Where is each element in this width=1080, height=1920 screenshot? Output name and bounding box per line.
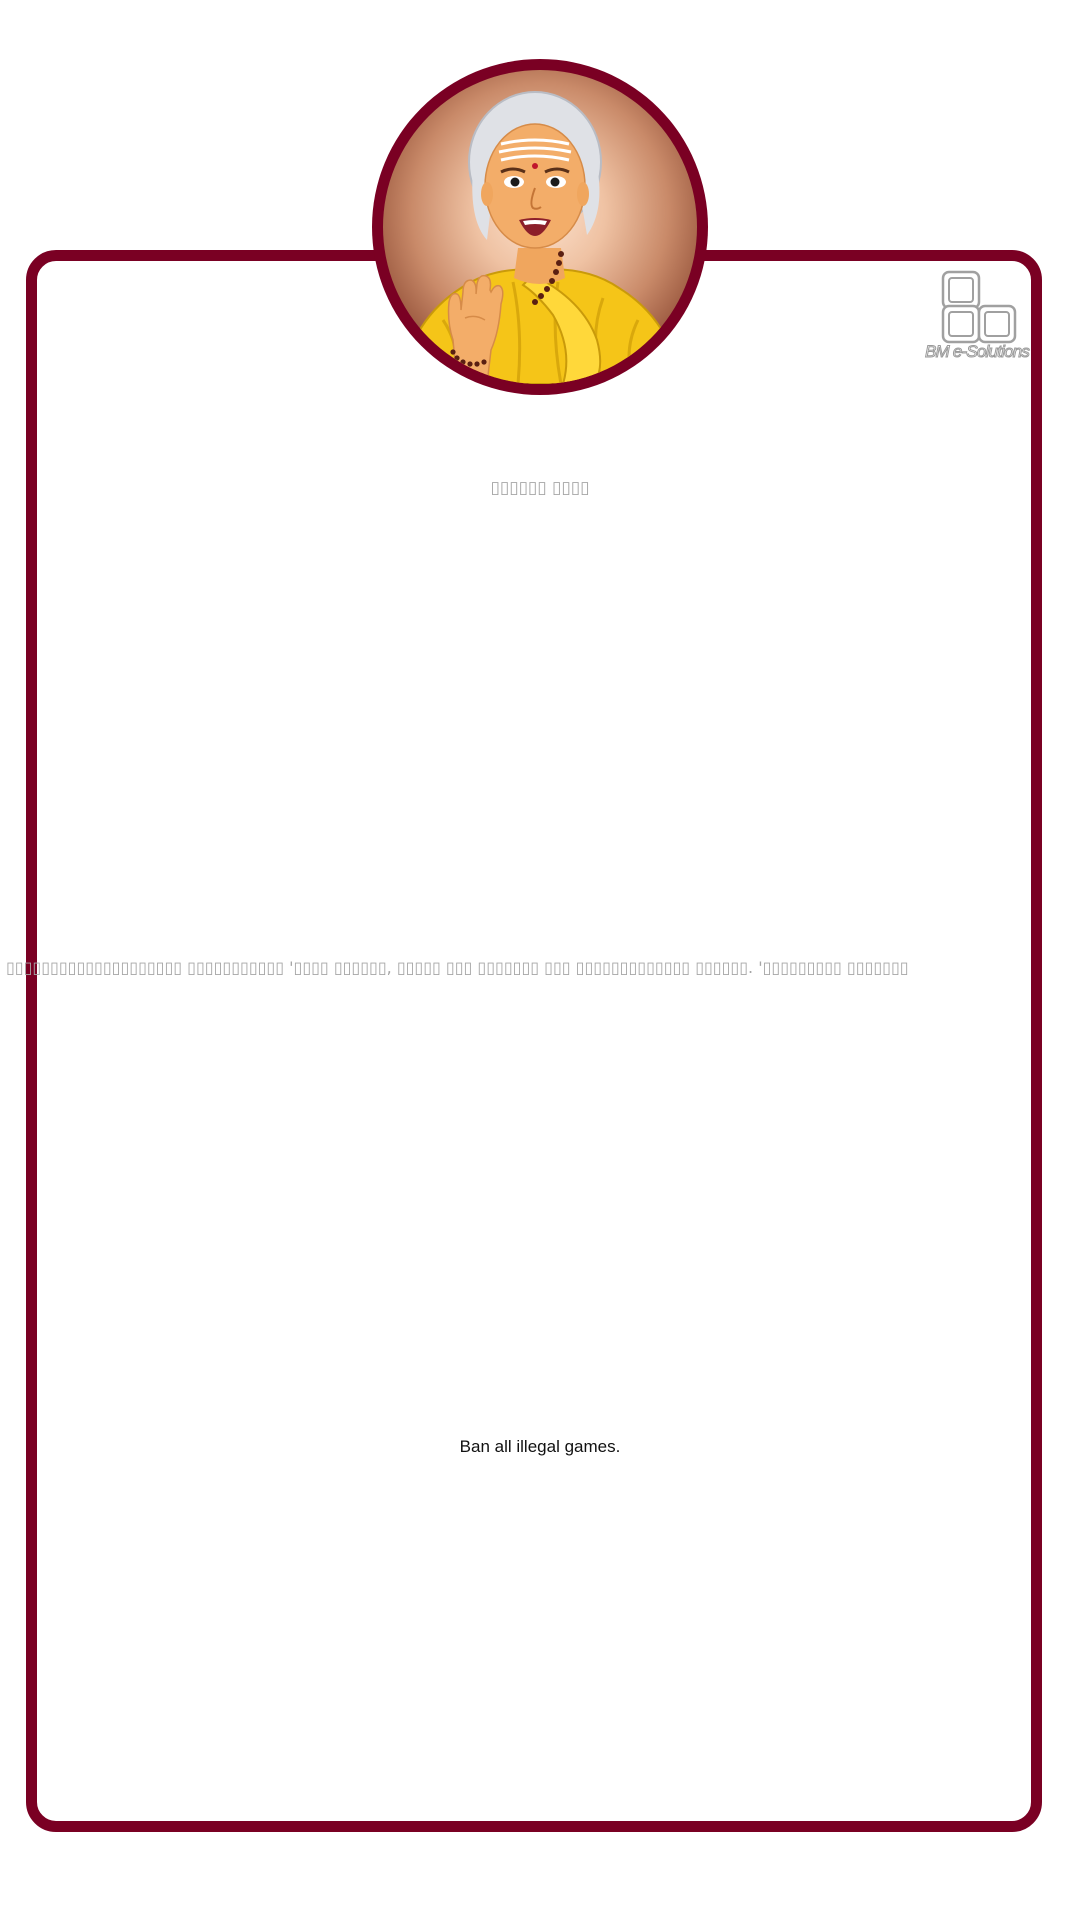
- app-logo-squares-icon: [941, 270, 1017, 344]
- avvaiyar-portrait-icon: [399, 91, 683, 384]
- quote-title: ▯▯▯▯▯▯ ▯▯▯▯: [490, 478, 590, 498]
- avatar-portrait: [383, 70, 697, 384]
- quote-text: ▯▯▯▯▯▯▯▯▯▯▯▯▯▯▯▯▯▯▯▯ ▯▯▯▯▯▯▯▯▯▯▯ '▯▯▯▯ ▯…: [6, 958, 909, 977]
- quote-translation: Ban all illegal games.: [459, 1437, 621, 1456]
- page: BM e-Solutions ▯▯▯▯▯▯ ▯▯▯▯ ▯▯▯▯▯▯▯▯▯▯▯▯▯…: [0, 0, 1080, 1920]
- brand-logo: BM e-Solutions: [925, 270, 1031, 370]
- logo-text: BM e-Solutions: [925, 342, 1031, 362]
- avatar: [372, 59, 708, 395]
